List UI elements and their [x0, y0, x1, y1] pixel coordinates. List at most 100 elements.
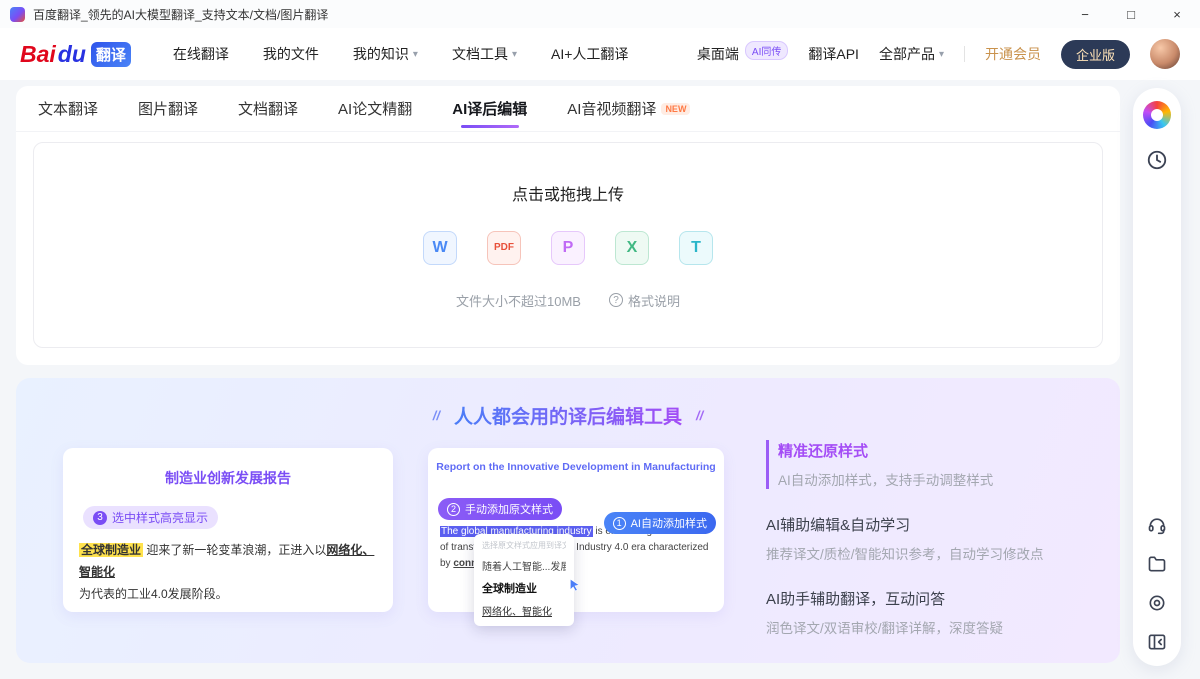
- tab-label: AI译后编辑: [452, 98, 527, 119]
- tab-label: 文档翻译: [238, 98, 298, 119]
- tab-label: AI音视频翻译: [567, 98, 656, 119]
- step-1-icon: 1: [613, 517, 626, 530]
- demo-card-target: Report on the Innovative Development in …: [428, 448, 724, 612]
- cursor-pointer-icon: [568, 578, 582, 597]
- style-dropdown: 选择原文样式应用到译文 随着人工智能...发展 全球制造业 网络化、智能化: [474, 534, 574, 626]
- nav-label: 我的知识: [353, 44, 409, 64]
- tab-ai-audio-video-translate[interactable]: AI音视频翻译 NEW: [567, 86, 690, 131]
- ai-style-badge: 1 AI自动添加样式: [604, 512, 716, 534]
- logo-product-badge: 翻译: [91, 42, 131, 67]
- nav-label: AI+人工翻译: [551, 44, 628, 64]
- feature-desc: 润色译文/双语审校/翻译详解，深度答疑: [766, 617, 1111, 637]
- sparkle-right-icon: //: [696, 408, 703, 423]
- translate-tabs: 文本翻译 图片翻译 文档翻译 AI论文精翻 AI译后编辑 AI音视频翻译 NEW: [16, 86, 1120, 132]
- promo-title-row: // 人人都会用的译后编辑工具 //: [16, 402, 1120, 429]
- feature-title: AI助手辅助翻译，互动问答: [766, 588, 1111, 609]
- feature-desc: AI自动添加样式，支持手动调整样式: [778, 469, 1111, 489]
- nav-label: 我的文件: [263, 44, 319, 64]
- app-icon: [10, 7, 25, 22]
- nav-label: 翻译API: [808, 44, 859, 64]
- dropdown-item: 网络化、智能化: [482, 603, 566, 618]
- tab-ai-post-edit[interactable]: AI译后编辑: [452, 86, 527, 131]
- close-button[interactable]: ×: [1154, 0, 1200, 28]
- sparkle-left-icon: //: [433, 408, 440, 423]
- nav-item-doc-tools[interactable]: 文档工具 ▾: [452, 44, 517, 64]
- upload-title: 点击或拖拽上传: [512, 181, 624, 205]
- ai-assistant-icon[interactable]: [1143, 101, 1171, 129]
- text-segment: 为代表的工业4.0发展阶段。: [79, 587, 228, 601]
- tab-image-translate[interactable]: 图片翻译: [138, 86, 198, 131]
- new-badge: NEW: [661, 103, 690, 115]
- question-circle-icon: ?: [609, 293, 623, 307]
- nav-item-translate-api[interactable]: 翻译API: [808, 44, 859, 64]
- record-disc-icon[interactable]: [1147, 593, 1167, 613]
- feature-ai-edit-learn: AI辅助编辑&自动学习 推荐译文/质检/智能知识参考，自动学习修改点: [766, 514, 1111, 563]
- dropdown-item: 随着人工智能...发展: [482, 558, 566, 573]
- demo-source-title: 制造业创新发展报告: [63, 468, 393, 488]
- nav-item-my-files[interactable]: 我的文件: [263, 44, 319, 64]
- rail-top-group: [1143, 101, 1171, 171]
- format-help-link[interactable]: ? 格式说明: [609, 291, 680, 310]
- badge-label: 选中样式高亮显示: [112, 509, 208, 526]
- dropdown-item: 全球制造业: [482, 580, 566, 596]
- nav-item-online-translate[interactable]: 在线翻译: [173, 44, 229, 64]
- folder-icon[interactable]: [1147, 554, 1167, 574]
- open-vip-link[interactable]: 开通会员: [985, 44, 1041, 64]
- pdf-file-icon: PDF: [487, 231, 521, 265]
- word-file-icon: W: [423, 231, 457, 265]
- feature-list: 精准还原样式 AI自动添加样式，支持手动调整样式 AI辅助编辑&自动学习 推荐译…: [766, 440, 1111, 662]
- navbar: Bai du 翻译 在线翻译 我的文件 我的知识 ▾ 文档工具 ▾ AI+人工翻…: [0, 28, 1200, 80]
- chevron-down-icon: ▾: [939, 49, 944, 60]
- right-toolbar: [1133, 88, 1181, 666]
- feature-desc: 推荐译文/质检/智能知识参考，自动学习修改点: [766, 543, 1111, 563]
- translate-panel: 文本翻译 图片翻译 文档翻译 AI论文精翻 AI译后编辑 AI音视频翻译 NEW…: [16, 86, 1120, 365]
- demo-source-text: 全球制造业 迎来了新一轮变革浪潮，正进入以网络化、智能化 为代表的工业4.0发展…: [79, 539, 377, 605]
- supported-file-types: W PDF P X T: [423, 231, 713, 265]
- highlighted-term: 全球制造业: [79, 543, 143, 557]
- collapse-panel-icon[interactable]: [1147, 632, 1167, 652]
- nav-item-ai-human-translate[interactable]: AI+人工翻译: [551, 44, 628, 64]
- post-edit-promo-section: // 人人都会用的译后编辑工具 // 制造业创新发展报告 3 选中样式高亮显示 …: [16, 378, 1120, 663]
- window-controls: − □ ×: [1062, 0, 1200, 28]
- feature-title: 精准还原样式: [778, 440, 1111, 461]
- upload-dropzone[interactable]: 点击或拖拽上传 W PDF P X T 文件大小不超过10MB ? 格式说明: [33, 142, 1103, 348]
- nav-item-all-products[interactable]: 全部产品 ▾: [879, 44, 944, 64]
- nav-label: 桌面端: [697, 44, 739, 64]
- tab-doc-translate[interactable]: 文档翻译: [238, 86, 298, 131]
- nav-item-my-knowledge[interactable]: 我的知识 ▾: [353, 44, 418, 64]
- chevron-down-icon: ▾: [413, 49, 418, 60]
- tab-ai-paper-translate[interactable]: AI论文精翻: [338, 86, 412, 131]
- history-icon[interactable]: [1146, 149, 1168, 171]
- badge-label: 手动添加原文样式: [465, 501, 553, 517]
- enterprise-button[interactable]: 企业版: [1061, 40, 1130, 69]
- divider: [964, 46, 965, 62]
- nav-label: 全部产品: [879, 44, 935, 64]
- badge-label: AI自动添加样式: [631, 515, 707, 531]
- step-2-icon: 2: [447, 503, 460, 516]
- nav-label: 文档工具: [452, 44, 508, 64]
- text-segment: 迎来了新一轮变革浪潮，正进入以: [143, 543, 326, 557]
- feature-ai-assistant-qa: AI助手辅助翻译，互动问答 润色译文/双语审校/翻译详解，深度答疑: [766, 588, 1111, 637]
- ppt-file-icon: P: [551, 231, 585, 265]
- demo-card-source: 制造业创新发展报告 3 选中样式高亮显示 全球制造业 迎来了新一轮变革浪潮，正进…: [63, 448, 393, 612]
- baidu-fanyi-logo[interactable]: Bai du 翻译: [20, 41, 131, 68]
- highlight-style-badge: 3 选中样式高亮显示: [83, 506, 218, 529]
- feature-restore-style: 精准还原样式 AI自动添加样式，支持手动调整样式: [766, 440, 1111, 489]
- nav-items: 在线翻译 我的文件 我的知识 ▾ 文档工具 ▾ AI+人工翻译: [173, 44, 628, 64]
- step-3-icon: 3: [93, 511, 107, 525]
- feature-title: AI辅助编辑&自动学习: [766, 514, 1111, 535]
- support-headset-icon[interactable]: [1147, 515, 1167, 535]
- tab-text-translate[interactable]: 文本翻译: [38, 86, 98, 131]
- minimize-button[interactable]: −: [1062, 0, 1108, 28]
- user-avatar[interactable]: [1150, 39, 1180, 69]
- nav-label: 在线翻译: [173, 44, 229, 64]
- navbar-right: 桌面端 AI同传 翻译API 全部产品 ▾ 开通会员 企业版: [697, 39, 1180, 69]
- window-title: 百度翻译_领先的AI大模型翻译_支持文本/文档/图片翻译: [33, 6, 328, 23]
- nav-item-desktop-app[interactable]: 桌面端 AI同传: [697, 44, 788, 64]
- promo-title: 人人都会用的译后编辑工具: [454, 402, 682, 429]
- tab-label: 图片翻译: [138, 98, 198, 119]
- tab-label: AI论文精翻: [338, 98, 412, 119]
- maximize-button[interactable]: □: [1108, 0, 1154, 28]
- txt-file-icon: T: [679, 231, 713, 265]
- file-size-hint: 文件大小不超过10MB: [456, 291, 581, 310]
